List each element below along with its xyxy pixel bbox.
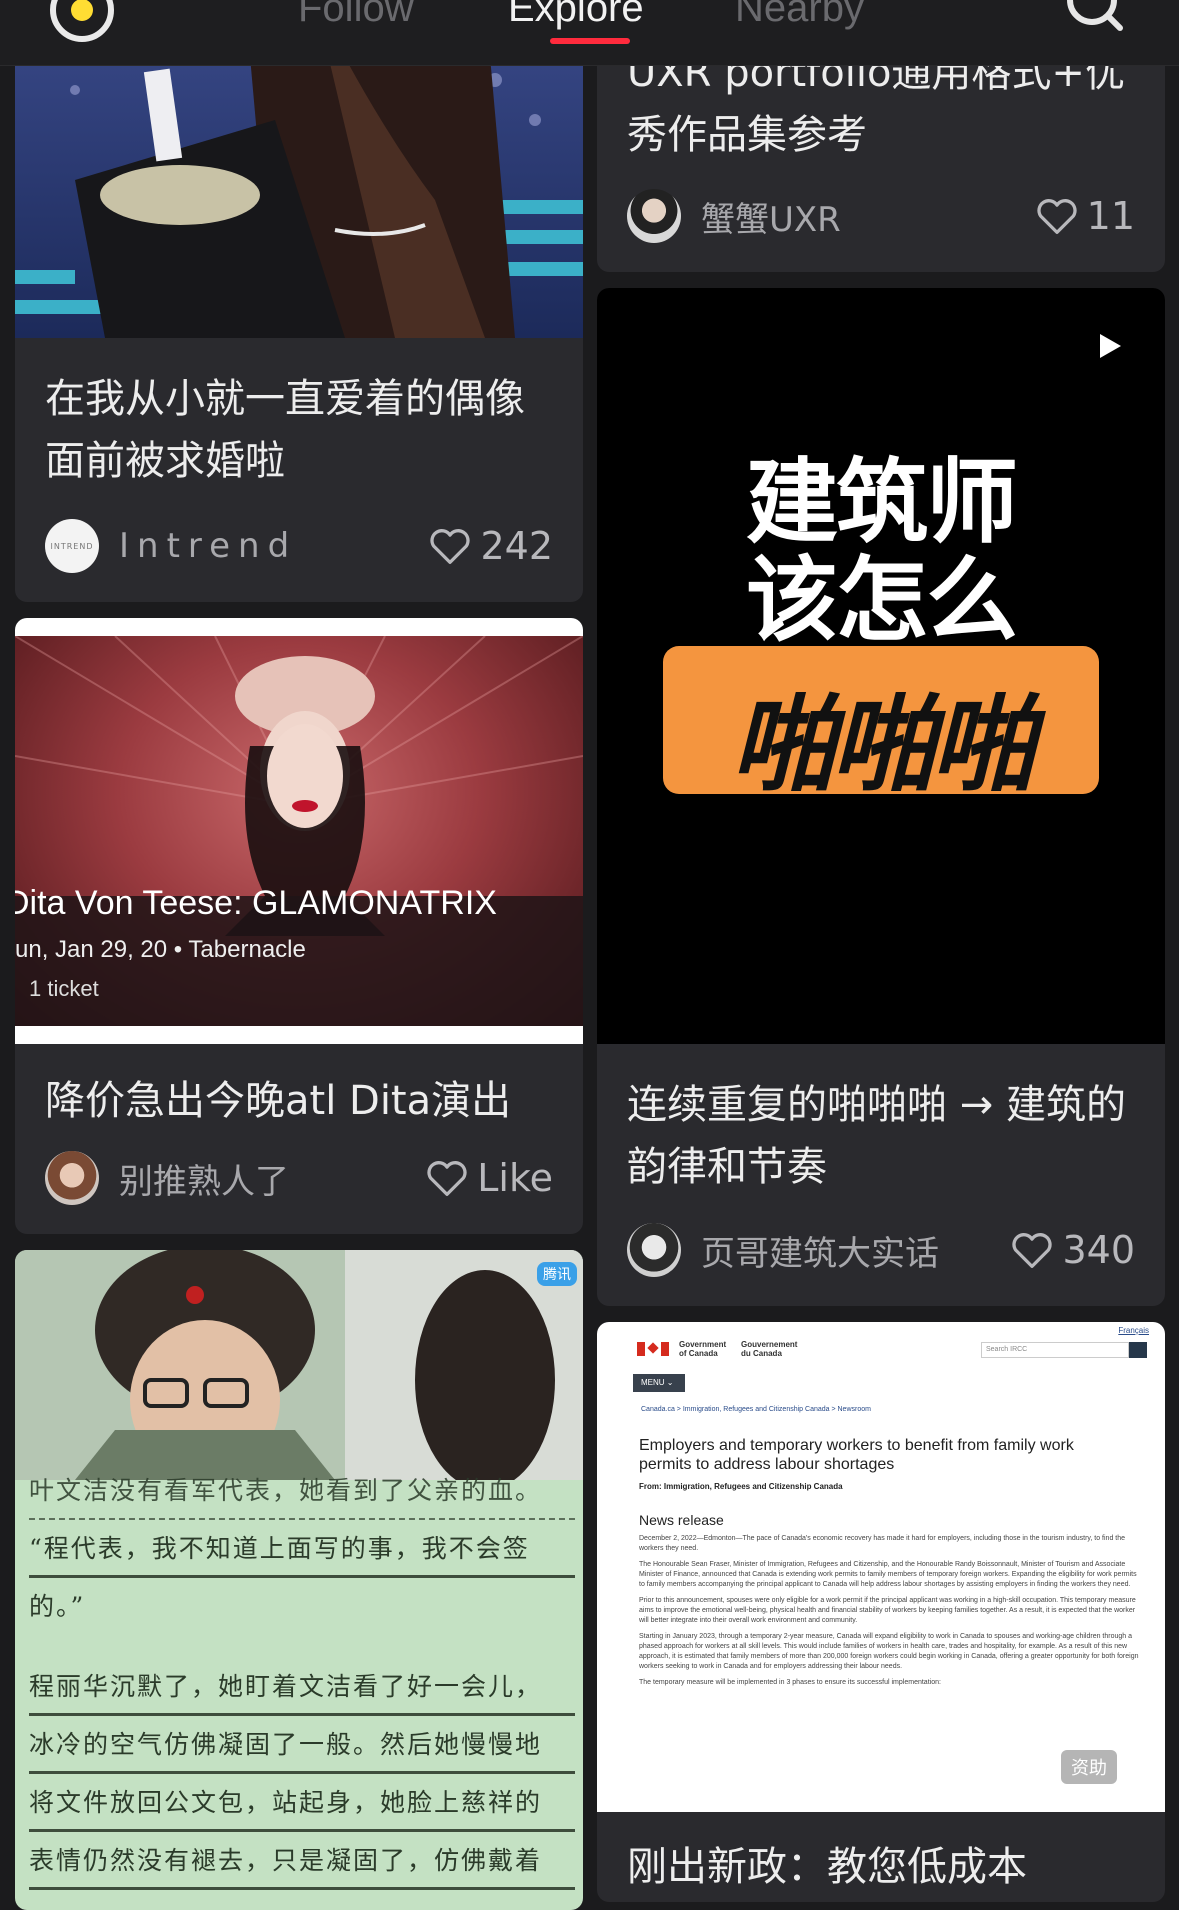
search-icon[interactable] (1060, 0, 1130, 40)
tab-explore[interactable]: Explore (508, 0, 644, 31)
note-cover-image: Français Government of Canada Gouverneme… (597, 1322, 1165, 1812)
note-title: 连续重复的啪啪啪 → 建筑的韵律和节奏 (627, 1082, 1126, 1190)
ticket-image: Dita Von Teese: GLAMONATRIX Sun, Jan 29,… (15, 636, 583, 1026)
app-logo-icon[interactable] (50, 0, 114, 42)
doc-language-link: Français (1118, 1326, 1149, 1335)
heart-icon (1012, 1233, 1053, 1268)
like-count: 242 (480, 524, 553, 568)
doc-breadcrumb: Canada.ca > Immigration, Refugees and Ci… (641, 1406, 871, 1413)
note-footer: 蟹蟹UXR 11 (627, 188, 1135, 244)
doc-search-placeholder: Search IRCC (986, 1346, 1028, 1353)
avatar[interactable]: INTREND (45, 519, 99, 573)
active-tab-indicator (550, 38, 630, 44)
play-icon (1100, 334, 1121, 358)
video-cover: 建筑师 该怎么 啪啪啪 (597, 288, 1165, 1044)
excerpt-line: 将文件放回公文包，站起身，她脸上慈祥的 (29, 1774, 575, 1832)
doc-paragraph: Starting in January 2023, through a temp… (639, 1633, 1139, 1670)
ticket-count: 1 ticket (29, 976, 99, 1001)
platform-badge: 腾讯 (537, 1262, 577, 1286)
avatar[interactable] (45, 1151, 99, 1205)
author-name[interactable]: 页哥建筑大实话 (701, 1226, 1010, 1275)
like-button[interactable]: 242 (428, 524, 553, 568)
doc-paragraph: Prior to this announcement, spouses were… (639, 1597, 1136, 1624)
like-button[interactable]: 340 (1010, 1228, 1135, 1272)
note-title: 在我从小就一直爱着的偶像面前被求婚啦 (45, 376, 525, 484)
excerpt-line: “程代表，我不知道上面写的事，我不会签 (29, 1520, 575, 1578)
like-count: 340 (1062, 1228, 1135, 1272)
doc-paragraph: The Honourable Sean Fraser, Minister of … (639, 1561, 1137, 1588)
doc-section-title: News release (639, 1512, 724, 1528)
like-count: 11 (1086, 194, 1135, 238)
cover-text-line-2: 该怎么 (745, 547, 1018, 654)
note-card[interactable]: Français Government of Canada Gouverneme… (597, 1322, 1165, 1902)
heart-icon (427, 1161, 467, 1196)
like-button[interactable]: 11 (1035, 194, 1135, 238)
author-name[interactable]: 蟹蟹UXR (701, 192, 1035, 241)
doc-headline: Employers and temporary workers to benef… (639, 1437, 1074, 1473)
avatar[interactable] (627, 1223, 681, 1277)
watermark-badge: 资助 (1061, 1750, 1117, 1784)
excerpt-line: 冰冷的空气仿佛凝固了一般。然后她慢慢地 (29, 1716, 575, 1774)
cover-text-line-3: 啪啪啪 (730, 684, 1035, 806)
doc-menu-button: MENU ⌄ (633, 1374, 685, 1392)
explore-feed: 在我从小就一直爱着的偶像面前被求婚啦 INTREND Intrend 242 U… (0, 0, 1179, 1910)
note-title: 刚出新政：教您低成本 (627, 1844, 1027, 1890)
note-title: 降价急出今晚atl Dita演出 (45, 1078, 512, 1124)
note-card[interactable]: 腾讯 叶文洁没有看军代表，她看到了父亲的血。 “程代表，我不知道上面写的事，我不… (15, 1250, 583, 1910)
note-cover-image: 腾讯 叶文洁没有看军代表，她看到了父亲的血。 “程代表，我不知道上面写的事，我不… (15, 1250, 583, 1910)
excerpt-line: 表情仍然没有褪去，只是凝固了，仿佛戴着 (29, 1832, 575, 1890)
author-name[interactable]: 别推熟人了 (119, 1154, 425, 1203)
note-card[interactable]: Dita Von Teese: GLAMONATRIX Sun, Jan 29,… (15, 618, 583, 1234)
note-footer: INTREND Intrend 242 (45, 518, 553, 574)
doc-search-icon (1129, 1342, 1147, 1358)
canada-flag-icon (637, 1342, 669, 1356)
heart-icon (430, 529, 471, 564)
doc-paragraph: The temporary measure will be implemente… (639, 1679, 941, 1686)
avatar[interactable] (627, 189, 681, 243)
tab-nearby[interactable]: Nearby (735, 0, 864, 31)
gov-en-label: Government of Canada (679, 1340, 727, 1358)
doc-from: From: Immigration, Refugees and Citizens… (639, 1482, 843, 1491)
like-button[interactable]: Like (425, 1156, 553, 1200)
note-footer: 别推熟人了 Like (45, 1150, 553, 1206)
like-count: Like (477, 1156, 553, 1200)
doc-paragraph: December 2, 2022—Edmonton—The pace of Ca… (639, 1535, 1126, 1552)
ticket-event-name: Dita Von Teese: GLAMONATRIX (15, 884, 497, 922)
note-card[interactable]: 建筑师 该怎么 啪啪啪 连续重复的啪啪啪 → 建筑的韵律和节奏 页哥建筑大实话 … (597, 288, 1165, 1306)
excerpt-line: 的。” (29, 1592, 86, 1621)
doc-body: December 2, 2022—Edmonton—The pace of Ca… (639, 1534, 1139, 1688)
note-footer: 页哥建筑大实话 340 (627, 1222, 1135, 1278)
excerpt-line: 叶文洁没有看军代表，她看到了父亲的血。 (29, 1462, 575, 1520)
excerpt-text: 叶文洁没有看军代表，她看到了父亲的血。 “程代表，我不知道上面写的事，我不会签 … (29, 1462, 575, 1890)
excerpt-line: 程丽华沉默了，她盯着文洁看了好一会儿， (29, 1658, 575, 1716)
note-card[interactable]: 在我从小就一直爱着的偶像面前被求婚啦 INTREND Intrend 242 (15, 0, 583, 602)
cover-highlight-box: 啪啪啪 (663, 646, 1099, 806)
note-cover-image: Dita Von Teese: GLAMONATRIX Sun, Jan 29,… (15, 618, 583, 1044)
gov-fr-label: Gouvernement du Canada (741, 1340, 798, 1358)
ticket-event-date: Sun, Jan 29, 20 • Tabernacle (15, 936, 306, 963)
tab-follow[interactable]: Follow (298, 0, 414, 31)
doc-search-box: Search IRCC (981, 1342, 1129, 1358)
avatar-logo-text: INTREND (50, 541, 94, 551)
top-nav-bar: Follow Explore Nearby (0, 0, 1179, 66)
heart-icon (1037, 199, 1077, 234)
author-name[interactable]: Intrend (119, 526, 428, 566)
